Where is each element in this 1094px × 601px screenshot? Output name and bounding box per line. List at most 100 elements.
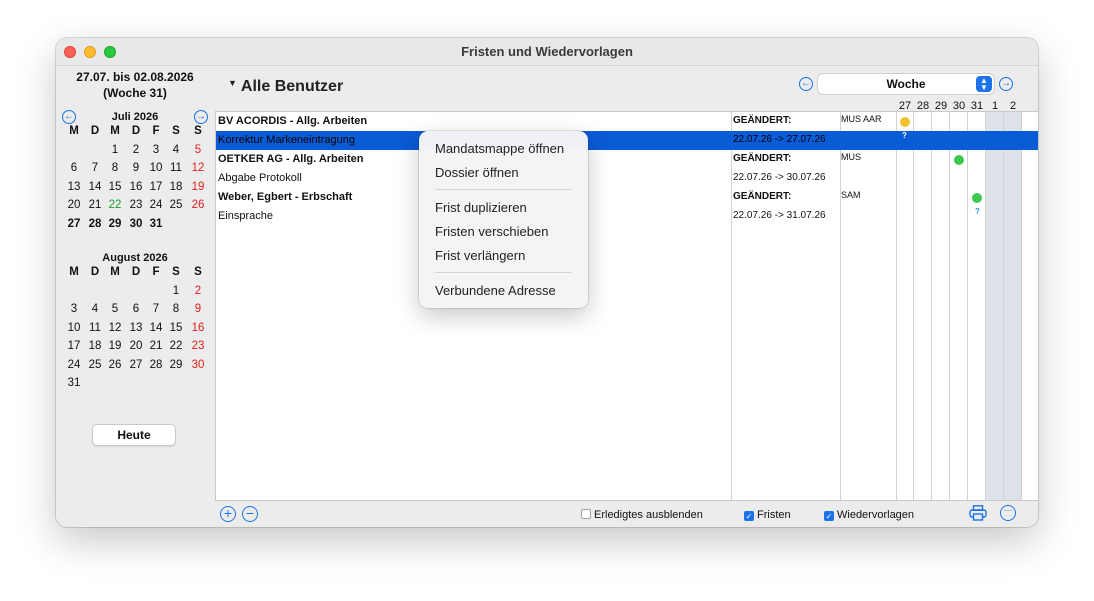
row-user: MUS AAR: [841, 114, 882, 124]
next-month-icon[interactable]: →: [194, 110, 208, 124]
calendar-day[interactable]: 25: [166, 199, 186, 211]
calendar-sidebar: 27.07. bis 02.08.2026 (Woche 31) ← Juli …: [56, 67, 214, 527]
calendar-day[interactable]: 24: [64, 359, 84, 371]
calendar-day[interactable]: 4: [166, 144, 186, 156]
green-status-dot[interactable]: [954, 155, 964, 165]
calendar-day[interactable]: 13: [126, 322, 146, 334]
calendar-day[interactable]: 11: [166, 162, 186, 174]
calendar-day[interactable]: 19: [105, 340, 125, 352]
calendar-day[interactable]: 12: [105, 322, 125, 334]
calendar-day[interactable]: 19: [188, 181, 208, 193]
calendar-day[interactable]: 30: [126, 218, 146, 230]
calendar-day[interactable]: 8: [105, 162, 125, 174]
calendar-day[interactable]: 1: [166, 285, 186, 297]
calendar-day[interactable]: 10: [64, 322, 84, 334]
calendar-day[interactable]: 5: [188, 144, 208, 156]
calendar-day[interactable]: 16: [188, 322, 208, 334]
calendar-day[interactable]: 23: [126, 199, 146, 211]
calendar-day[interactable]: 3: [146, 144, 166, 156]
printer-icon[interactable]: [969, 505, 987, 521]
table-row[interactable]: BV ACORDIS - Allg. Arbeiten GEÄNDERT: MUS …: [216, 112, 1038, 131]
weekday-header: D: [131, 266, 141, 278]
calendar-day[interactable]: 2: [188, 285, 208, 297]
calendar-day[interactable]: 26: [188, 199, 208, 211]
calendar-day[interactable]: 18: [85, 340, 105, 352]
calendar-day[interactable]: 29: [105, 218, 125, 230]
calendar-day[interactable]: 6: [64, 162, 84, 174]
calendar-day[interactable]: 31: [64, 377, 84, 389]
more-options-icon[interactable]: ···: [1000, 505, 1016, 521]
today-button[interactable]: Heute: [92, 424, 176, 446]
calendar-day[interactable]: 12: [188, 162, 208, 174]
hide-done-checkbox[interactable]: Erledigtes ausblenden: [581, 509, 703, 521]
question-marker-icon[interactable]: ?: [902, 131, 907, 140]
next-week-icon[interactable]: →: [999, 77, 1013, 91]
calendar-day[interactable]: 17: [146, 181, 166, 193]
calendar-day[interactable]: 14: [146, 322, 166, 334]
yellow-status-dot[interactable]: [900, 117, 910, 127]
calendar-day[interactable]: 20: [64, 199, 84, 211]
calendar-day[interactable]: 2: [126, 144, 146, 156]
calendar-day[interactable]: 30: [188, 359, 208, 371]
table-row[interactable]: Korrektur Markeneintragung 22.07.26 -> 27…: [216, 131, 1038, 150]
calendar-day[interactable]: 22: [166, 340, 186, 352]
calendar-day[interactable]: 7: [146, 303, 166, 315]
calendar-day[interactable]: 21: [85, 199, 105, 211]
calendar-day[interactable]: 23: [188, 340, 208, 352]
menu-item-move-deadlines[interactable]: Fristen verschieben: [435, 224, 548, 239]
add-icon[interactable]: +: [220, 506, 236, 522]
remove-icon[interactable]: −: [242, 506, 258, 522]
menu-item-duplicate-deadline[interactable]: Frist duplizieren: [435, 200, 527, 215]
row-title: BV ACORDIS - Allg. Arbeiten: [218, 115, 368, 127]
calendar-week-row: 6 7 8 9 10 11 12: [64, 162, 208, 181]
calendar-day[interactable]: 21: [146, 340, 166, 352]
bottom-toolbar: + − Erledigtes ausblenden ✓ Fristen ✓ Wied…: [215, 502, 1038, 527]
calendar-day[interactable]: 22: [105, 199, 125, 211]
menu-item-open-dossier[interactable]: Dossier öffnen: [435, 165, 519, 180]
calendar-day[interactable]: 16: [126, 181, 146, 193]
calendar-day[interactable]: 9: [126, 162, 146, 174]
july-title: Juli 2026: [111, 111, 159, 123]
calendar-day[interactable]: 27: [126, 359, 146, 371]
calendar-day[interactable]: 15: [166, 322, 186, 334]
calendar-day[interactable]: 17: [64, 340, 84, 352]
calendar-day[interactable]: 20: [126, 340, 146, 352]
question-marker-icon[interactable]: ?: [975, 207, 980, 216]
calendar-day[interactable]: 14: [85, 181, 105, 193]
calendar-day[interactable]: 15: [105, 181, 125, 193]
calendar-day[interactable]: 25: [85, 359, 105, 371]
calendar-day[interactable]: 26: [105, 359, 125, 371]
calendar-day[interactable]: 28: [146, 359, 166, 371]
calendar-day[interactable]: 1: [105, 144, 125, 156]
table-row[interactable]: OETKER AG - Allg. Arbeiten GEÄNDERT: MUS: [216, 150, 1038, 169]
green-status-dot[interactable]: [972, 193, 982, 203]
calendar-day[interactable]: 18: [166, 181, 186, 193]
deadlines-checkbox[interactable]: ✓ Fristen: [744, 509, 791, 521]
calendar-day[interactable]: 3: [64, 303, 84, 315]
view-mode-select[interactable]: Woche ▲ ▼: [818, 74, 994, 94]
table-row[interactable]: Abgabe Protokoll 22.07.26 -> 30.07.26: [216, 169, 1038, 188]
calendar-day[interactable]: 29: [166, 359, 186, 371]
calendar-day[interactable]: 6: [126, 303, 146, 315]
calendar-day[interactable]: 27: [64, 218, 84, 230]
row-change-info: 22.07.26 -> 30.07.26: [733, 172, 826, 183]
calendar-day[interactable]: 7: [85, 162, 105, 174]
menu-item-extend-deadline[interactable]: Frist verlängern: [435, 248, 525, 263]
table-row[interactable]: Weber, Egbert - Erbschaft GEÄNDERT: SAM: [216, 188, 1038, 207]
calendar-day[interactable]: 13: [64, 181, 84, 193]
resubmissions-checkbox[interactable]: ✓ Wiedervorlagen: [824, 509, 914, 521]
calendar-day[interactable]: 28: [85, 218, 105, 230]
calendar-day[interactable]: 8: [166, 303, 186, 315]
calendar-day[interactable]: 11: [85, 322, 105, 334]
calendar-day[interactable]: 24: [146, 199, 166, 211]
calendar-day[interactable]: 4: [85, 303, 105, 315]
calendar-day[interactable]: 9: [188, 303, 208, 315]
table-row[interactable]: Einsprache 22.07.26 -> 31.07.26: [216, 207, 1038, 226]
user-filter-dropdown[interactable]: ▼ Alle Benutzer: [228, 78, 343, 96]
menu-item-open-mandate-folder[interactable]: Mandatsmappe öffnen: [435, 141, 564, 156]
calendar-day[interactable]: 31: [146, 218, 166, 230]
menu-item-linked-address[interactable]: Verbundene Adresse: [435, 283, 556, 298]
calendar-day[interactable]: 10: [146, 162, 166, 174]
prev-week-icon[interactable]: ←: [799, 77, 813, 91]
calendar-day[interactable]: 5: [105, 303, 125, 315]
